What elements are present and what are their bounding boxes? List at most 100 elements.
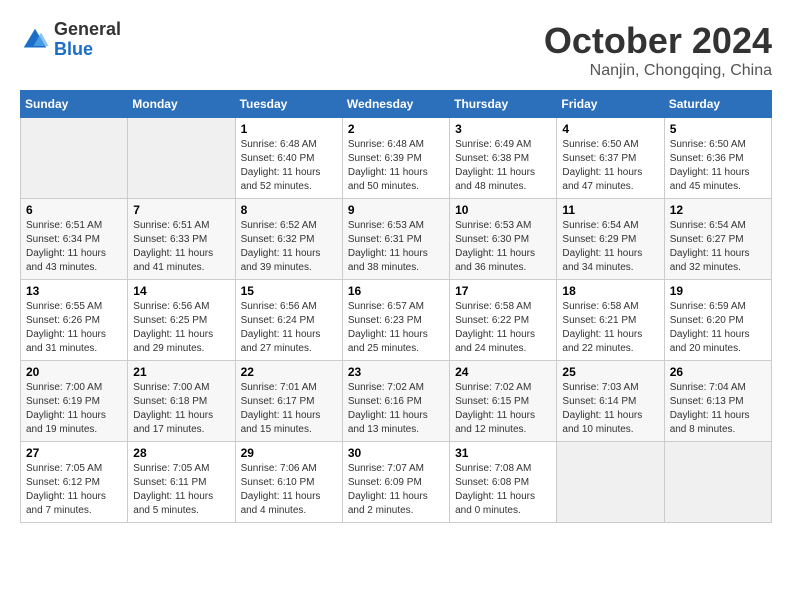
sunset-text: Sunset: 6:26 PM <box>26 315 100 326</box>
sunset-text: Sunset: 6:40 PM <box>241 153 315 164</box>
sunset-text: Sunset: 6:29 PM <box>562 234 636 245</box>
sunrise-text: Sunrise: 6:54 AM <box>670 220 746 231</box>
day-number: 12 <box>670 203 766 217</box>
sunset-text: Sunset: 6:10 PM <box>241 477 315 488</box>
day-info: Sunrise: 6:55 AM Sunset: 6:26 PM Dayligh… <box>26 300 122 356</box>
sunset-text: Sunset: 6:17 PM <box>241 396 315 407</box>
sunrise-text: Sunrise: 6:58 AM <box>455 301 531 312</box>
daylight-text: Daylight: 11 hours and 52 minutes. <box>241 167 321 192</box>
day-info: Sunrise: 7:05 AM Sunset: 6:12 PM Dayligh… <box>26 462 122 518</box>
calendar-day-cell: 1 Sunrise: 6:48 AM Sunset: 6:40 PM Dayli… <box>235 118 342 199</box>
daylight-text: Daylight: 11 hours and 48 minutes. <box>455 167 535 192</box>
sunrise-text: Sunrise: 7:02 AM <box>348 382 424 393</box>
daylight-text: Daylight: 11 hours and 43 minutes. <box>26 248 106 273</box>
sunrise-text: Sunrise: 6:58 AM <box>562 301 638 312</box>
day-number: 2 <box>348 122 444 136</box>
sunrise-text: Sunrise: 7:01 AM <box>241 382 317 393</box>
calendar-table: SundayMondayTuesdayWednesdayThursdayFrid… <box>20 90 772 523</box>
day-number: 11 <box>562 203 658 217</box>
sunrise-text: Sunrise: 7:03 AM <box>562 382 638 393</box>
daylight-text: Daylight: 11 hours and 13 minutes. <box>348 410 428 435</box>
sunset-text: Sunset: 6:33 PM <box>133 234 207 245</box>
day-number: 8 <box>241 203 337 217</box>
logo: General Blue <box>20 20 121 60</box>
day-info: Sunrise: 7:02 AM Sunset: 6:15 PM Dayligh… <box>455 381 551 437</box>
day-number: 14 <box>133 284 229 298</box>
calendar-day-cell: 17 Sunrise: 6:58 AM Sunset: 6:22 PM Dayl… <box>450 280 557 361</box>
calendar-day-cell: 25 Sunrise: 7:03 AM Sunset: 6:14 PM Dayl… <box>557 361 664 442</box>
daylight-text: Daylight: 11 hours and 22 minutes. <box>562 329 642 354</box>
calendar-day-cell: 16 Sunrise: 6:57 AM Sunset: 6:23 PM Dayl… <box>342 280 449 361</box>
sunrise-text: Sunrise: 6:48 AM <box>241 139 317 150</box>
day-number: 30 <box>348 446 444 460</box>
sunrise-text: Sunrise: 7:08 AM <box>455 463 531 474</box>
sunrise-text: Sunrise: 6:51 AM <box>133 220 209 231</box>
day-info: Sunrise: 7:03 AM Sunset: 6:14 PM Dayligh… <box>562 381 658 437</box>
day-info: Sunrise: 7:05 AM Sunset: 6:11 PM Dayligh… <box>133 462 229 518</box>
calendar-day-cell: 27 Sunrise: 7:05 AM Sunset: 6:12 PM Dayl… <box>21 442 128 523</box>
day-info: Sunrise: 6:54 AM Sunset: 6:29 PM Dayligh… <box>562 219 658 275</box>
title-section: October 2024 Nanjin, Chongqing, China <box>544 20 772 80</box>
day-info: Sunrise: 7:07 AM Sunset: 6:09 PM Dayligh… <box>348 462 444 518</box>
header: General Blue October 2024 Nanjin, Chongq… <box>20 20 772 80</box>
sunset-text: Sunset: 6:08 PM <box>455 477 529 488</box>
day-number: 28 <box>133 446 229 460</box>
day-info: Sunrise: 6:56 AM Sunset: 6:24 PM Dayligh… <box>241 300 337 356</box>
calendar-day-cell: 24 Sunrise: 7:02 AM Sunset: 6:15 PM Dayl… <box>450 361 557 442</box>
calendar-day-cell: 13 Sunrise: 6:55 AM Sunset: 6:26 PM Dayl… <box>21 280 128 361</box>
sunrise-text: Sunrise: 6:49 AM <box>455 139 531 150</box>
sunset-text: Sunset: 6:19 PM <box>26 396 100 407</box>
day-number: 23 <box>348 365 444 379</box>
day-number: 13 <box>26 284 122 298</box>
day-number: 21 <box>133 365 229 379</box>
sunrise-text: Sunrise: 6:54 AM <box>562 220 638 231</box>
sunrise-text: Sunrise: 7:07 AM <box>348 463 424 474</box>
day-info: Sunrise: 6:52 AM Sunset: 6:32 PM Dayligh… <box>241 219 337 275</box>
calendar-day-cell: 18 Sunrise: 6:58 AM Sunset: 6:21 PM Dayl… <box>557 280 664 361</box>
daylight-text: Daylight: 11 hours and 0 minutes. <box>455 491 535 516</box>
sunrise-text: Sunrise: 6:52 AM <box>241 220 317 231</box>
day-number: 16 <box>348 284 444 298</box>
daylight-text: Daylight: 11 hours and 34 minutes. <box>562 248 642 273</box>
day-info: Sunrise: 6:57 AM Sunset: 6:23 PM Dayligh… <box>348 300 444 356</box>
calendar-header-row: SundayMondayTuesdayWednesdayThursdayFrid… <box>21 91 772 118</box>
day-number: 25 <box>562 365 658 379</box>
daylight-text: Daylight: 11 hours and 12 minutes. <box>455 410 535 435</box>
sunrise-text: Sunrise: 6:50 AM <box>670 139 746 150</box>
sunset-text: Sunset: 6:21 PM <box>562 315 636 326</box>
sunset-text: Sunset: 6:25 PM <box>133 315 207 326</box>
daylight-text: Daylight: 11 hours and 7 minutes. <box>26 491 106 516</box>
sunrise-text: Sunrise: 7:05 AM <box>26 463 102 474</box>
daylight-text: Daylight: 11 hours and 31 minutes. <box>26 329 106 354</box>
daylight-text: Daylight: 11 hours and 20 minutes. <box>670 329 750 354</box>
sunrise-text: Sunrise: 6:51 AM <box>26 220 102 231</box>
day-info: Sunrise: 7:01 AM Sunset: 6:17 PM Dayligh… <box>241 381 337 437</box>
day-info: Sunrise: 6:51 AM Sunset: 6:34 PM Dayligh… <box>26 219 122 275</box>
day-number: 1 <box>241 122 337 136</box>
sunrise-text: Sunrise: 7:05 AM <box>133 463 209 474</box>
daylight-text: Daylight: 11 hours and 24 minutes. <box>455 329 535 354</box>
calendar-day-cell: 30 Sunrise: 7:07 AM Sunset: 6:09 PM Dayl… <box>342 442 449 523</box>
day-number: 31 <box>455 446 551 460</box>
daylight-text: Daylight: 11 hours and 2 minutes. <box>348 491 428 516</box>
daylight-text: Daylight: 11 hours and 32 minutes. <box>670 248 750 273</box>
daylight-text: Daylight: 11 hours and 39 minutes. <box>241 248 321 273</box>
sunset-text: Sunset: 6:15 PM <box>455 396 529 407</box>
sunrise-text: Sunrise: 6:57 AM <box>348 301 424 312</box>
daylight-text: Daylight: 11 hours and 50 minutes. <box>348 167 428 192</box>
calendar-day-cell: 9 Sunrise: 6:53 AM Sunset: 6:31 PM Dayli… <box>342 199 449 280</box>
calendar-day-cell: 21 Sunrise: 7:00 AM Sunset: 6:18 PM Dayl… <box>128 361 235 442</box>
sunset-text: Sunset: 6:20 PM <box>670 315 744 326</box>
calendar-day-cell: 11 Sunrise: 6:54 AM Sunset: 6:29 PM Dayl… <box>557 199 664 280</box>
daylight-text: Daylight: 11 hours and 17 minutes. <box>133 410 213 435</box>
sunrise-text: Sunrise: 7:06 AM <box>241 463 317 474</box>
sunset-text: Sunset: 6:13 PM <box>670 396 744 407</box>
sunrise-text: Sunrise: 6:55 AM <box>26 301 102 312</box>
calendar-day-cell <box>128 118 235 199</box>
calendar-day-cell: 5 Sunrise: 6:50 AM Sunset: 6:36 PM Dayli… <box>664 118 771 199</box>
calendar-day-cell: 28 Sunrise: 7:05 AM Sunset: 6:11 PM Dayl… <box>128 442 235 523</box>
daylight-text: Daylight: 11 hours and 41 minutes. <box>133 248 213 273</box>
calendar-day-cell: 3 Sunrise: 6:49 AM Sunset: 6:38 PM Dayli… <box>450 118 557 199</box>
daylight-text: Daylight: 11 hours and 15 minutes. <box>241 410 321 435</box>
day-number: 10 <box>455 203 551 217</box>
